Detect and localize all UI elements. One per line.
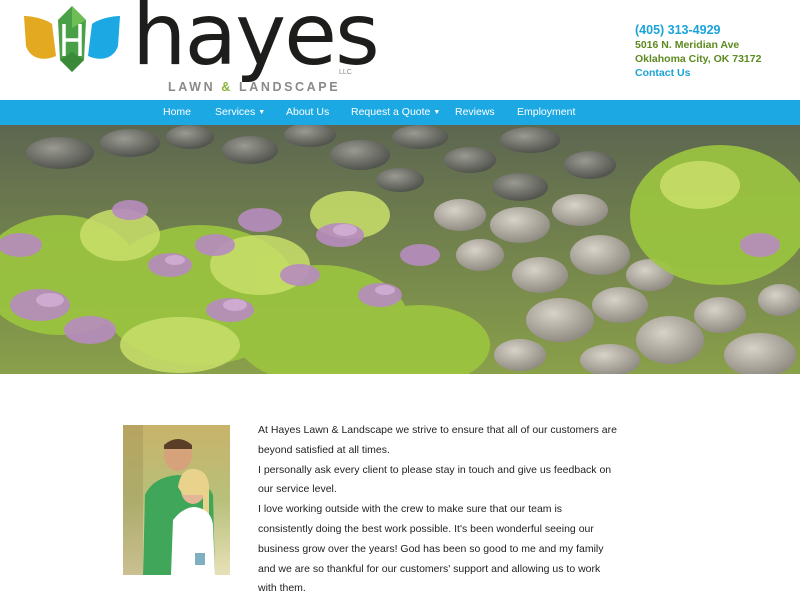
main-nav: Home Services ▼ About Us Request a Quote ▼… <box>0 100 800 125</box>
brand-sub-amp: & <box>221 80 233 94</box>
brand-llc: LLC <box>339 69 352 76</box>
chevron-down-icon: ▼ <box>433 109 441 116</box>
nav-about-us[interactable]: About Us <box>286 100 329 125</box>
nav-services-label: Services <box>215 106 256 118</box>
nav-home[interactable]: Home <box>163 100 191 125</box>
about-paragraph-3: I love working outside with the crew to … <box>258 503 604 595</box>
nav-reviews[interactable]: Reviews <box>455 100 495 125</box>
landscape-photo-icon <box>0 125 800 374</box>
brand-subtitle: LAWN & LANDSCAPE <box>168 80 340 94</box>
owner-photo <box>123 425 230 575</box>
brand-wordmark: hayes <box>132 0 380 85</box>
address-street: 5016 N. Meridian Ave <box>635 39 740 51</box>
contact-us-link[interactable]: Contact Us <box>635 66 761 80</box>
about-text: At Hayes Lawn & Landscape we strive to e… <box>258 421 618 599</box>
nav-employment[interactable]: Employment <box>517 100 575 125</box>
nav-request-quote[interactable]: Request a Quote ▼ <box>351 100 440 125</box>
contact-block: (405) 313-4929 5016 N. Meridian Ave Okla… <box>635 22 761 80</box>
about-paragraph-1: At Hayes Lawn & Landscape we strive to e… <box>258 424 617 456</box>
nav-services[interactable]: Services ▼ <box>215 100 265 125</box>
site-header: hayes LLC LAWN & LANDSCAPE (405) 313-492… <box>0 0 800 100</box>
brand-sub-left: LAWN <box>168 80 216 94</box>
nav-request-quote-label: Request a Quote <box>351 106 431 118</box>
about-paragraph-2: I personally ask every client to please … <box>258 463 612 496</box>
hero-landscape-image <box>0 125 800 374</box>
couple-photo-icon <box>123 425 230 575</box>
brand-sub-right: LANDSCAPE <box>239 80 341 94</box>
leaf-logo-icon <box>24 6 120 72</box>
phone-link[interactable]: (405) 313-4929 <box>635 22 761 38</box>
address-city: Oklahoma City, OK 73172 <box>635 53 762 65</box>
chevron-down-icon: ▼ <box>258 109 266 116</box>
